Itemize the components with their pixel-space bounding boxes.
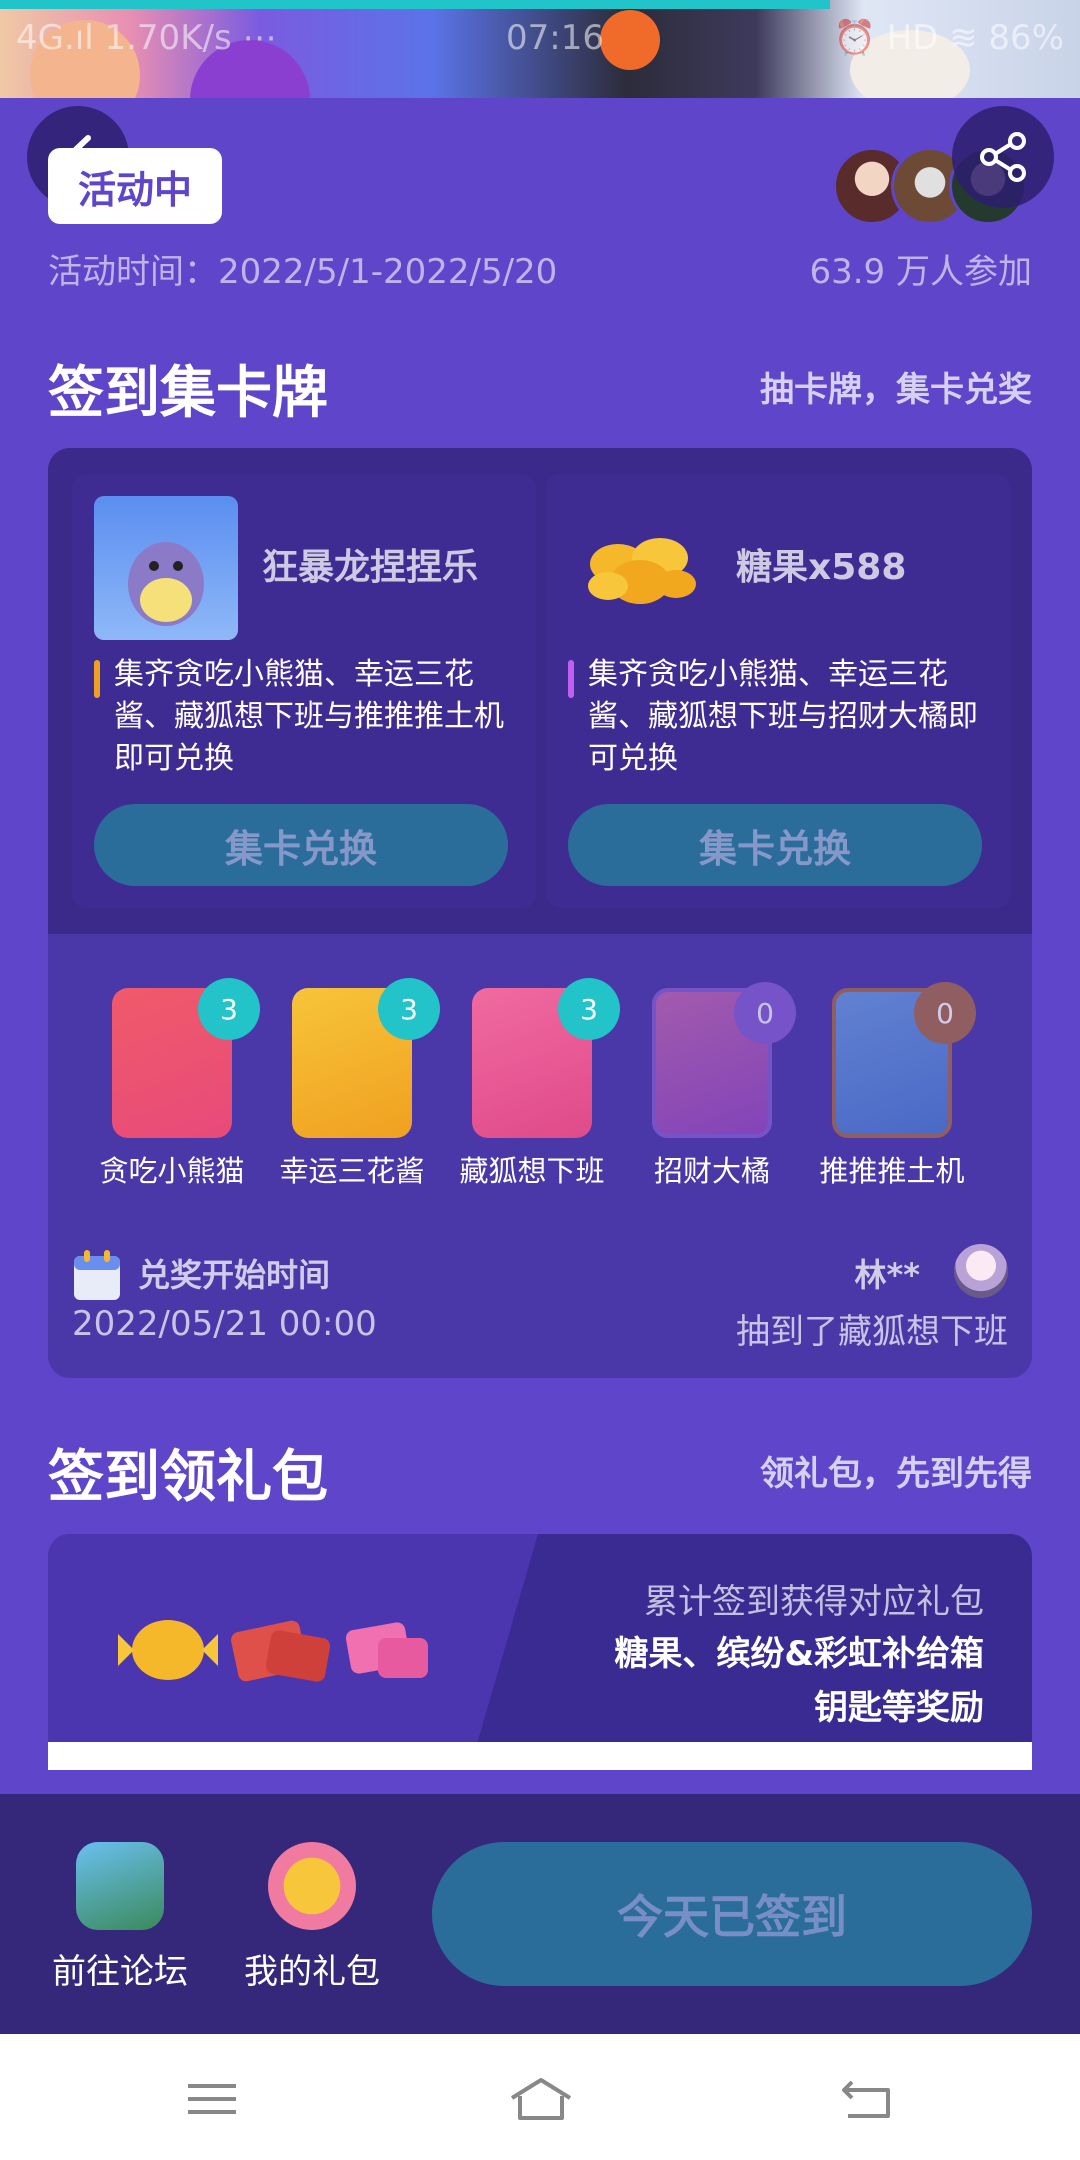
collectible-card[interactable]: 3 贪吃小熊猫 [99,978,260,1190]
section-subtitle-gifts: 领礼包，先到先得 [760,1454,1032,1494]
card-collection-panel: 狂暴龙捏捏乐 集齐贪吃小熊猫、幸运三花酱、藏狐想下班与推推推土机即可兑换 集卡兑… [48,448,1032,1378]
desc-accent-bar [94,660,100,698]
signed-in-button[interactable]: 今天已签到 [432,1842,1032,1986]
gift-desc-line1: 累计签到获得对应礼包 [644,1582,984,1622]
card-label: 幸运三花酱 [279,1154,425,1188]
reward-card-candy: 糖果x588 集齐贪吃小熊猫、幸运三花酱、藏狐想下班与招财大橘即可兑换 集卡兑换 [546,474,1010,908]
gift-pack-panel[interactable]: 累计签到获得对应礼包 糖果、缤纷&彩虹补给箱 钥匙等奖励 [48,1534,1032,1770]
system-nav-bar [0,2034,1080,2160]
gift-images-area [48,1534,538,1770]
dragon-toy-image [94,496,238,640]
menu-icon[interactable] [182,2074,242,2124]
reward-description: 集齐贪吃小熊猫、幸运三花酱、藏狐想下班与推推推土机即可兑换 [114,657,504,776]
card-label: 藏狐想下班 [459,1154,605,1188]
section-title-cards: 签到集卡牌 [48,361,328,426]
fox-card-image: 3 [472,978,620,1138]
share-icon [980,132,1026,182]
bottom-action-bar: 前往论坛 我的礼包 今天已签到 [0,1794,1080,2034]
cat-card-image: 3 [292,978,440,1138]
card-count-badge: 3 [198,978,260,1040]
redeem-card-button[interactable]: 集卡兑换 [94,804,508,886]
section-title-gifts: 签到领礼包 [48,1445,328,1510]
status-bar: 4G.ıl 1.70K/s ⋯ 07:16 ⏰ HD ≋ 86% [16,14,1064,64]
bulldozer-card-image: 0 [832,982,976,1138]
status-time: 07:16 [506,18,604,58]
back-nav-icon[interactable] [838,2074,898,2124]
gift-desc-line3: 钥匙等奖励 [814,1688,984,1728]
orange-cat-card-image: 0 [652,982,796,1138]
candy-image [568,496,712,640]
card-count-badge: 3 [378,978,440,1040]
status-badge: 活动中 [48,148,222,224]
forum-app-icon [76,1842,164,1930]
card-count-badge: 0 [734,982,796,1044]
card-label: 贪吃小熊猫 [99,1154,245,1188]
winner-message: 抽到了藏狐想下班 [736,1312,1008,1352]
reward-description: 集齐贪吃小熊猫、幸运三花酱、藏狐想下班与招财大橘即可兑换 [588,657,978,776]
calendar-icon [74,1250,120,1300]
battery-indicator: ⏰ HD ≋ 86% [833,18,1064,58]
redeem-start-time: 2022/05/21 00:00 [72,1304,377,1344]
winner-avatar [954,1244,1008,1298]
banner-progress-line [0,0,830,9]
reward-name: 糖果x588 [736,547,907,588]
card-count-badge: 3 [558,978,620,1040]
collectible-card[interactable]: 3 幸运三花酱 [279,978,440,1190]
redeem-start-title: 兑奖开始时间 [138,1256,331,1294]
gift-desc-line2: 糖果、缤纷&彩虹补给箱 [614,1634,984,1674]
card-label: 招财大橘 [653,1154,770,1188]
my-gifts-label: 我的礼包 [244,1952,380,1992]
forum-label: 前往论坛 [52,1952,188,1992]
reward-card-dragon: 狂暴龙捏捏乐 集齐贪吃小熊猫、幸运三花酱、藏狐想下班与推推推土机即可兑换 集卡兑… [72,474,536,908]
forum-button[interactable]: 前往论坛 [40,1842,200,1993]
panda-card-image: 3 [112,978,260,1138]
collectible-card[interactable]: 0 招财大橘 [642,982,796,1190]
desc-accent-bar [568,660,574,698]
section-subtitle-cards: 抽卡牌，集卡兑奖 [760,370,1032,410]
redeem-card-button[interactable]: 集卡兑换 [568,804,982,886]
share-button[interactable] [952,106,1054,208]
card-count-badge: 0 [914,982,976,1044]
gift-items-image [118,1620,428,1682]
signal-indicator: 4G.ıl 1.70K/s ⋯ [16,18,277,58]
gift-panel-strip [48,1742,1032,1770]
my-gifts-button[interactable]: 我的礼包 [232,1842,392,1993]
collectible-card[interactable]: 0 推推推土机 [819,982,976,1190]
gift-icon [268,1842,356,1930]
collectible-card[interactable]: 3 藏狐想下班 [459,978,620,1190]
event-time: 活动时间：2022/5/1-2022/5/20 [48,252,558,292]
home-icon[interactable] [506,2074,576,2124]
reward-name: 狂暴龙捏捏乐 [262,547,479,588]
card-label: 推推推土机 [819,1154,965,1188]
participant-count: 63.9 万人参加 [809,252,1032,292]
winner-name: 林** [854,1256,920,1294]
